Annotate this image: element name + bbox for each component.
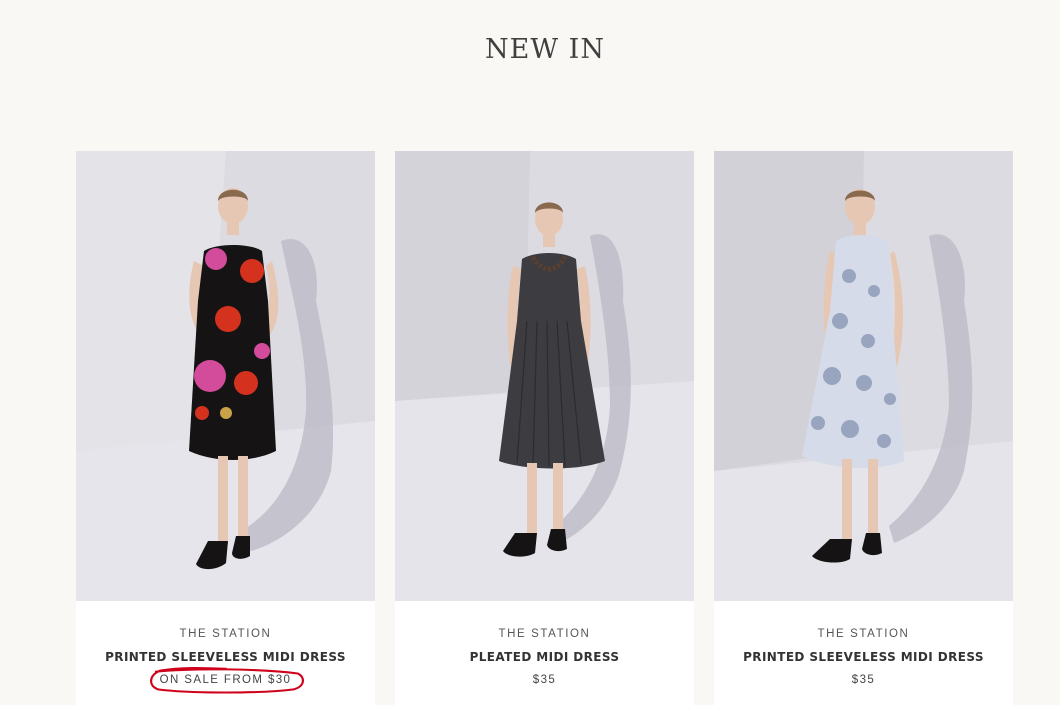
- product-name[interactable]: PRINTED SLEEVELESS MIDI DRESS: [76, 650, 375, 667]
- product-brand: THE STATION: [817, 628, 910, 640]
- product-name[interactable]: PRINTED SLEEVELESS MIDI DRESS: [714, 650, 1013, 667]
- price-text: $35: [532, 674, 557, 686]
- product-photo-floral-black-dress: [76, 151, 375, 601]
- product-card[interactable]: THE STATION PLEATED MIDI DRESS $35: [395, 151, 694, 705]
- price-text: ON SALE FROM $30: [159, 674, 292, 686]
- product-image[interactable]: [714, 151, 1013, 601]
- price-text: $35: [851, 674, 876, 686]
- product-name[interactable]: PLEATED MIDI DRESS: [395, 650, 694, 667]
- product-price: ON SALE FROM $30: [149, 666, 304, 694]
- product-card[interactable]: THE STATION PRINTED SLEEVELESS MIDI DRES…: [76, 151, 375, 705]
- section-title: NEW IN: [485, 34, 605, 65]
- product-brand: THE STATION: [179, 628, 272, 640]
- product-photo-blue-floral-dress: [714, 151, 1013, 601]
- product-listing-page: NEW IN THE STATION PRINTED SLEEVELESS MI…: [0, 0, 1060, 705]
- product-card[interactable]: THE STATION PRINTED SLEEVELESS MIDI DRES…: [714, 151, 1013, 705]
- product-info: THE STATION PRINTED SLEEVELESS MIDI DRES…: [76, 601, 375, 694]
- product-info: THE STATION PRINTED SLEEVELESS MIDI DRES…: [714, 601, 1013, 688]
- product-image[interactable]: [395, 151, 694, 601]
- product-brand: THE STATION: [498, 628, 591, 640]
- product-price: $35: [525, 672, 564, 688]
- product-image[interactable]: [76, 151, 375, 601]
- product-info: THE STATION PLEATED MIDI DRESS $35: [395, 601, 694, 688]
- product-grid: THE STATION PRINTED SLEEVELESS MIDI DRES…: [76, 151, 1013, 705]
- product-price: $35: [844, 672, 883, 688]
- product-photo-pleated-grey-dress: [395, 151, 694, 601]
